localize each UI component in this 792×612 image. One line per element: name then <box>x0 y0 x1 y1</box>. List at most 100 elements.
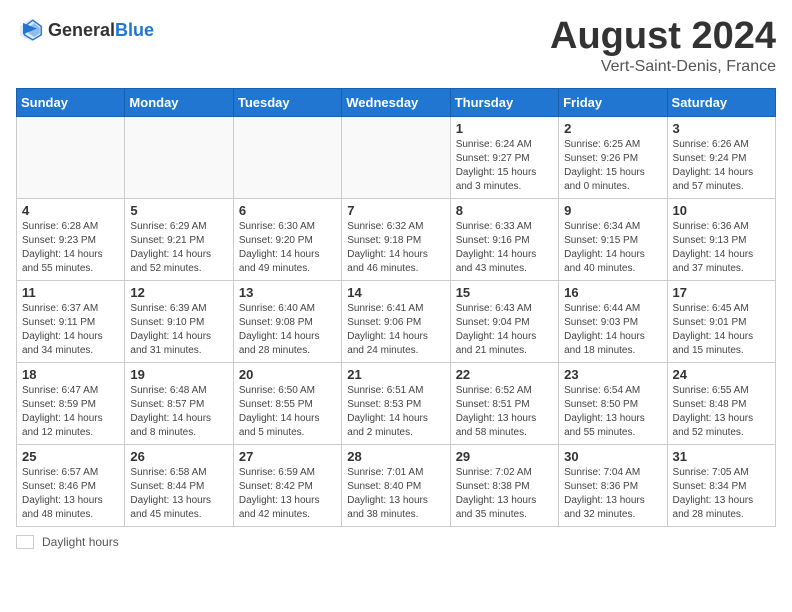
calendar-week-row: 25 Sunrise: 6:57 AM Sunset: 8:46 PM Dayli… <box>17 444 776 526</box>
day-info: Sunrise: 6:58 AM Sunset: 8:44 PM Dayligh… <box>130 466 227 522</box>
day-info: Sunrise: 6:44 AM Sunset: 9:03 PM Dayligh… <box>564 302 661 358</box>
calendar-cell: 30Sunrise: 7:04 AM Sunset: 8:36 PM Dayli… <box>559 444 667 526</box>
calendar-col-header: Wednesday <box>342 88 450 116</box>
logo: GeneralBlue <box>16 16 154 44</box>
calendar-cell: 14 Sunrise: 6:41 AM Sunset: 9:06 PM Dayli… <box>342 280 450 362</box>
day-info: Sunrise: 6:41 AM Sunset: 9:06 PM Dayligh… <box>347 302 444 358</box>
calendar-col-header: Thursday <box>450 88 558 116</box>
calendar-cell: 2 Sunrise: 6:25 AM Sunset: 9:26 PM Daylig… <box>559 116 667 198</box>
day-number: 4 <box>22 203 119 218</box>
day-number: 5 <box>130 203 227 218</box>
day-number: 26 <box>130 449 227 464</box>
calendar-cell: 26 Sunrise: 6:58 AM Sunset: 8:44 PM Dayli… <box>125 444 233 526</box>
calendar-cell: 29 Sunrise: 7:02 AM Sunset: 8:38 PM Dayli… <box>450 444 558 526</box>
calendar-week-row: 11 Sunrise: 6:37 AM Sunset: 9:11 PM Dayli… <box>17 280 776 362</box>
day-info: Sunrise: 7:04 AM Sunset: 8:36 PM Dayligh… <box>564 466 661 522</box>
day-info: Sunrise: 6:33 AM Sunset: 9:16 PM Dayligh… <box>456 220 553 276</box>
day-info: Sunrise: 6:25 AM Sunset: 9:26 PM Dayligh… <box>564 138 661 194</box>
daylight-label: Daylight hours <box>42 535 119 549</box>
calendar-cell: 21Sunrise: 6:51 AM Sunset: 8:53 PM Dayli… <box>342 362 450 444</box>
day-number: 9 <box>564 203 661 218</box>
day-number: 2 <box>564 121 661 136</box>
calendar-cell <box>125 116 233 198</box>
day-number: 29 <box>456 449 553 464</box>
day-info: Sunrise: 6:52 AM Sunset: 8:51 PM Dayligh… <box>456 384 553 440</box>
day-number: 15 <box>456 285 553 300</box>
calendar-col-header: Monday <box>125 88 233 116</box>
day-info: Sunrise: 6:57 AM Sunset: 8:46 PM Dayligh… <box>22 466 119 522</box>
day-number: 7 <box>347 203 444 218</box>
calendar-cell: 7 Sunrise: 6:32 AM Sunset: 9:18 PM Daylig… <box>342 198 450 280</box>
calendar-cell: 11 Sunrise: 6:37 AM Sunset: 9:11 PM Dayli… <box>17 280 125 362</box>
day-number: 16 <box>564 285 661 300</box>
day-number: 25 <box>22 449 119 464</box>
day-info: Sunrise: 6:32 AM Sunset: 9:18 PM Dayligh… <box>347 220 444 276</box>
calendar-week-row: 1 Sunrise: 6:24 AM Sunset: 9:27 PM Daylig… <box>17 116 776 198</box>
day-info: Sunrise: 6:50 AM Sunset: 8:55 PM Dayligh… <box>239 384 336 440</box>
day-info: Sunrise: 6:30 AM Sunset: 9:20 PM Dayligh… <box>239 220 336 276</box>
calendar-cell: 5 Sunrise: 6:29 AM Sunset: 9:21 PM Daylig… <box>125 198 233 280</box>
calendar-cell: 6 Sunrise: 6:30 AM Sunset: 9:20 PM Daylig… <box>233 198 341 280</box>
calendar-col-header: Saturday <box>667 88 775 116</box>
calendar-cell <box>342 116 450 198</box>
day-number: 31 <box>673 449 770 464</box>
calendar-cell: 13Sunrise: 6:40 AM Sunset: 9:08 PM Dayli… <box>233 280 341 362</box>
calendar-header-row: SundayMondayTuesdayWednesdayThursdayFrid… <box>17 88 776 116</box>
day-number: 19 <box>130 367 227 382</box>
day-number: 6 <box>239 203 336 218</box>
day-number: 11 <box>22 285 119 300</box>
day-number: 1 <box>456 121 553 136</box>
day-info: Sunrise: 6:40 AM Sunset: 9:08 PM Dayligh… <box>239 302 336 358</box>
calendar-cell <box>17 116 125 198</box>
calendar-cell: 20Sunrise: 6:50 AM Sunset: 8:55 PM Dayli… <box>233 362 341 444</box>
calendar-cell: 31 Sunrise: 7:05 AM Sunset: 8:34 PM Dayli… <box>667 444 775 526</box>
calendar-cell: 9 Sunrise: 6:34 AM Sunset: 9:15 PM Daylig… <box>559 198 667 280</box>
day-info: Sunrise: 6:36 AM Sunset: 9:13 PM Dayligh… <box>673 220 770 276</box>
calendar-cell: 16 Sunrise: 6:44 AM Sunset: 9:03 PM Dayli… <box>559 280 667 362</box>
calendar-cell: 1 Sunrise: 6:24 AM Sunset: 9:27 PM Daylig… <box>450 116 558 198</box>
calendar-cell: 18Sunrise: 6:47 AM Sunset: 8:59 PM Dayli… <box>17 362 125 444</box>
day-info: Sunrise: 6:54 AM Sunset: 8:50 PM Dayligh… <box>564 384 661 440</box>
calendar-week-row: 18Sunrise: 6:47 AM Sunset: 8:59 PM Dayli… <box>17 362 776 444</box>
calendar-week-row: 4 Sunrise: 6:28 AM Sunset: 9:23 PM Daylig… <box>17 198 776 280</box>
calendar-cell: 8 Sunrise: 6:33 AM Sunset: 9:16 PM Daylig… <box>450 198 558 280</box>
calendar-cell: 10 Sunrise: 6:36 AM Sunset: 9:13 PM Dayli… <box>667 198 775 280</box>
calendar-cell: 25 Sunrise: 6:57 AM Sunset: 8:46 PM Dayli… <box>17 444 125 526</box>
calendar-col-header: Friday <box>559 88 667 116</box>
day-info: Sunrise: 6:48 AM Sunset: 8:57 PM Dayligh… <box>130 384 227 440</box>
day-number: 14 <box>347 285 444 300</box>
day-number: 8 <box>456 203 553 218</box>
day-info: Sunrise: 6:24 AM Sunset: 9:27 PM Dayligh… <box>456 138 553 194</box>
day-info: Sunrise: 7:01 AM Sunset: 8:40 PM Dayligh… <box>347 466 444 522</box>
day-number: 24 <box>673 367 770 382</box>
day-info: Sunrise: 6:29 AM Sunset: 9:21 PM Dayligh… <box>130 220 227 276</box>
calendar-cell: 4 Sunrise: 6:28 AM Sunset: 9:23 PM Daylig… <box>17 198 125 280</box>
day-info: Sunrise: 6:26 AM Sunset: 9:24 PM Dayligh… <box>673 138 770 194</box>
day-info: Sunrise: 6:28 AM Sunset: 9:23 PM Dayligh… <box>22 220 119 276</box>
day-info: Sunrise: 7:05 AM Sunset: 8:34 PM Dayligh… <box>673 466 770 522</box>
calendar-cell: 15 Sunrise: 6:43 AM Sunset: 9:04 PM Dayli… <box>450 280 558 362</box>
calendar-col-header: Tuesday <box>233 88 341 116</box>
day-info: Sunrise: 7:02 AM Sunset: 8:38 PM Dayligh… <box>456 466 553 522</box>
day-number: 22 <box>456 367 553 382</box>
calendar-cell: 19 Sunrise: 6:48 AM Sunset: 8:57 PM Dayli… <box>125 362 233 444</box>
month-year-title: August 2024 <box>550 16 776 58</box>
day-info: Sunrise: 6:34 AM Sunset: 9:15 PM Dayligh… <box>564 220 661 276</box>
day-number: 18 <box>22 367 119 382</box>
day-info: Sunrise: 6:43 AM Sunset: 9:04 PM Dayligh… <box>456 302 553 358</box>
day-info: Sunrise: 6:51 AM Sunset: 8:53 PM Dayligh… <box>347 384 444 440</box>
day-info: Sunrise: 6:59 AM Sunset: 8:42 PM Dayligh… <box>239 466 336 522</box>
logo-blue: Blue <box>115 20 154 40</box>
day-info: Sunrise: 6:37 AM Sunset: 9:11 PM Dayligh… <box>22 302 119 358</box>
calendar-cell <box>233 116 341 198</box>
page-header: GeneralBlue August 2024 Vert-Saint-Denis… <box>16 16 776 76</box>
day-info: Sunrise: 6:55 AM Sunset: 8:48 PM Dayligh… <box>673 384 770 440</box>
calendar-cell: 22 Sunrise: 6:52 AM Sunset: 8:51 PM Dayli… <box>450 362 558 444</box>
day-number: 10 <box>673 203 770 218</box>
day-info: Sunrise: 6:45 AM Sunset: 9:01 PM Dayligh… <box>673 302 770 358</box>
day-number: 12 <box>130 285 227 300</box>
calendar-col-header: Sunday <box>17 88 125 116</box>
day-number: 23 <box>564 367 661 382</box>
generalblue-logo-icon <box>16 16 44 44</box>
calendar-cell: 24 Sunrise: 6:55 AM Sunset: 8:48 PM Dayli… <box>667 362 775 444</box>
